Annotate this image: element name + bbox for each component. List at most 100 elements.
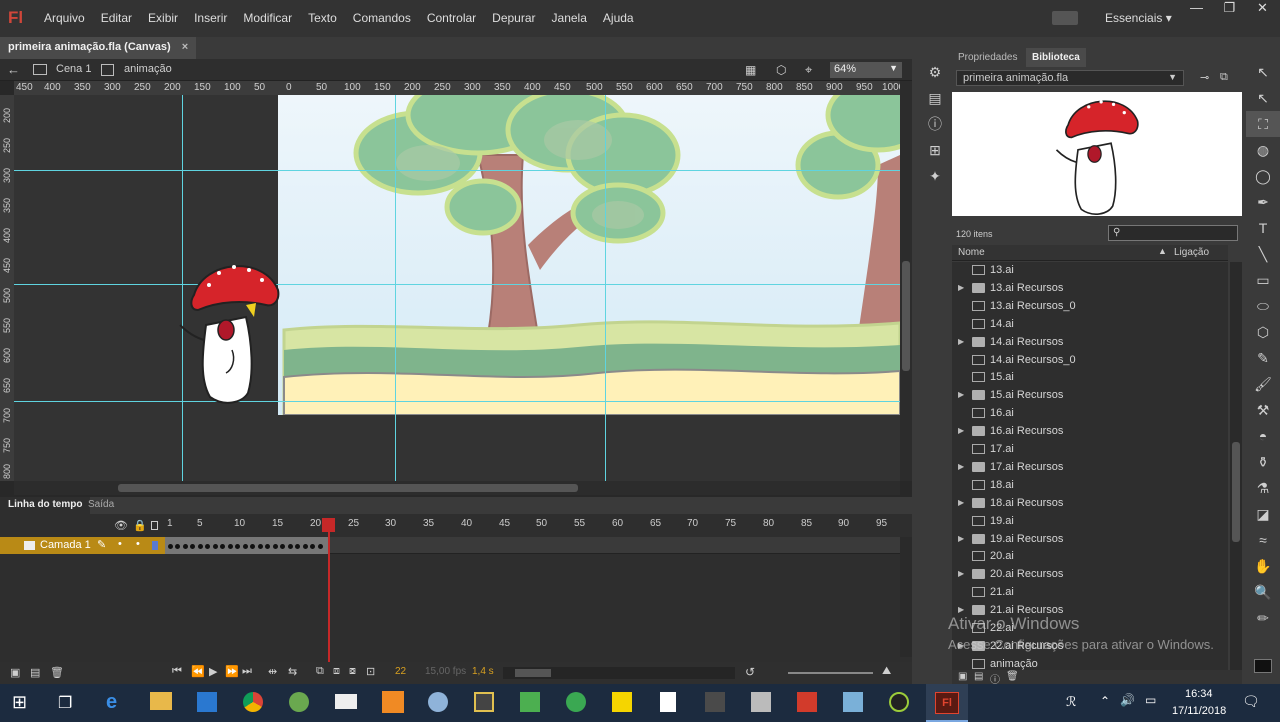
line-tool-icon[interactable]: ╲ [1246, 241, 1280, 267]
delete-icon[interactable]: 🗑 [1006, 671, 1019, 682]
back-arrow-icon[interactable]: ← [7, 62, 20, 77]
guide-horizontal[interactable] [14, 170, 900, 171]
menu-exibir[interactable]: Exibir [140, 11, 186, 25]
volume-icon[interactable]: 🔊 [1120, 693, 1135, 707]
tab-timeline[interactable]: Linha do tempo [0, 497, 91, 514]
scene-label[interactable]: Cena 1 [56, 63, 91, 75]
menu-editar[interactable]: Editar [93, 11, 140, 25]
stroke-color-icon[interactable]: ✏ [1246, 605, 1280, 631]
col-name[interactable]: Nome [958, 247, 985, 258]
clock-date[interactable]: 17/11/2018 [1172, 705, 1226, 717]
loop-icon[interactable]: ⇆ [288, 665, 297, 678]
library-scrollbar[interactable] [1230, 262, 1242, 670]
visibility-dot[interactable]: • [118, 538, 122, 550]
document-icon[interactable] [660, 692, 676, 712]
horizontal-scrollbar[interactable] [14, 481, 900, 495]
chrome-icon[interactable] [243, 692, 263, 712]
library-item[interactable]: 18.ai [952, 477, 1228, 495]
store-icon[interactable] [197, 692, 217, 712]
library-list[interactable]: 13.ai ▶ 13.ai Recursos 13.ai Recursos_0 14.a… [952, 262, 1228, 670]
step-forward-icon[interactable]: ⏩ [225, 665, 239, 678]
free-transform-tool-icon[interactable]: ⛶ [1246, 111, 1280, 137]
tab-library[interactable]: Biblioteca [1026, 48, 1086, 67]
edit-scene-icon[interactable]: ▦ [745, 63, 756, 77]
new-layer-icon[interactable]: ▣ [10, 666, 20, 679]
sync-icon[interactable] [1052, 11, 1078, 25]
stage[interactable] [278, 95, 900, 415]
windows-start-icon[interactable]: ⊞ [12, 692, 27, 713]
expand-arrow-icon[interactable]: ▶ [958, 426, 964, 435]
onion-skin-icon[interactable]: ⧉ [316, 665, 324, 678]
app-globe-icon[interactable] [428, 692, 448, 712]
notifications-icon[interactable]: 🗨 [1242, 693, 1260, 710]
app-usb-icon[interactable] [751, 692, 771, 712]
zoom-select[interactable]: 64% ▼ [830, 62, 902, 78]
expand-arrow-icon[interactable]: ▶ [958, 605, 964, 614]
horizontal-scroll-thumb[interactable] [118, 484, 578, 492]
file-explorer-icon[interactable] [150, 692, 172, 710]
app-green-icon[interactable] [566, 692, 586, 712]
library-item[interactable]: ▶ 15.ai Recursos [952, 387, 1228, 405]
go-last-icon[interactable]: ⏭ [242, 665, 252, 678]
hand-tool-icon[interactable]: ✋ [1246, 553, 1280, 579]
brush-tool-icon[interactable]: 🖌 [1246, 371, 1280, 397]
library-item[interactable]: ▶ 14.ai Recursos [952, 334, 1228, 352]
library-item[interactable]: animação [952, 656, 1228, 670]
paint-bucket-tool-icon[interactable]: ◓ [1246, 423, 1280, 449]
onion-outline-icon[interactable]: ⧈ [333, 665, 340, 678]
app-paint-icon[interactable] [520, 692, 540, 712]
expand-arrow-icon[interactable]: ▶ [958, 390, 964, 399]
lock-dot[interactable]: • [136, 538, 140, 550]
eyedropper-tool-icon[interactable]: ⚗ [1246, 475, 1280, 501]
guide-vertical[interactable] [395, 95, 396, 481]
vertical-scroll-thumb[interactable] [902, 261, 910, 371]
delete-layer-icon[interactable]: 🗑 [50, 666, 64, 679]
tray-up-icon[interactable]: ⌃ [1100, 694, 1110, 708]
3d-rotation-tool-icon[interactable]: ◍ [1246, 137, 1280, 163]
maximize-icon[interactable]: ❐ [1213, 0, 1246, 18]
expand-arrow-icon[interactable]: ▶ [958, 569, 964, 578]
library-search-input[interactable]: ⚲ [1108, 225, 1238, 241]
expand-arrow-icon[interactable]: ▶ [958, 534, 964, 543]
library-item[interactable]: ▶ 20.ai Recursos [952, 566, 1228, 584]
document-tab[interactable]: primeira animação.fla (Canvas) × [0, 37, 197, 59]
sticky-notes-icon[interactable] [612, 692, 632, 712]
animate-taskbar-button[interactable]: Fl [926, 684, 968, 722]
edit-multiple-icon[interactable]: ⧇ [349, 665, 356, 678]
app-orange-icon[interactable] [382, 691, 404, 713]
rectangle-tool-icon[interactable]: ▭ [1246, 267, 1280, 293]
new-symbol-icon[interactable]: ▣ [958, 671, 967, 682]
eye-icon[interactable]: 👁 [114, 519, 128, 532]
menu-texto[interactable]: Texto [300, 11, 345, 25]
playhead-handle[interactable] [322, 518, 335, 532]
text-tool-icon[interactable]: T [1246, 215, 1280, 241]
tab-output[interactable]: Saída [88, 499, 114, 510]
expand-arrow-icon[interactable]: ▶ [958, 283, 964, 292]
elapsed-time[interactable]: 1,4 s [472, 666, 494, 677]
playhead[interactable] [328, 518, 330, 662]
library-item[interactable]: ▶ 19.ai Recursos [952, 531, 1228, 549]
fill-color-swatch[interactable] [1254, 659, 1272, 673]
expand-arrow-icon[interactable]: ▶ [958, 462, 964, 471]
edit-symbols-icon[interactable]: ⬡ [776, 63, 786, 77]
zoom-tool-icon[interactable]: 🔍 [1246, 579, 1280, 605]
android-studio-icon[interactable] [289, 692, 309, 712]
menu-janela[interactable]: Janela [544, 11, 595, 25]
symbol-label[interactable]: animação [124, 63, 172, 75]
components-icon[interactable]: ✦ [918, 163, 952, 189]
menu-controlar[interactable]: Controlar [419, 11, 484, 25]
align-icon[interactable]: ▤ [918, 85, 952, 111]
app-red-icon[interactable] [797, 692, 817, 712]
minimize-icon[interactable]: — [1180, 0, 1213, 18]
library-item[interactable]: 16.ai [952, 405, 1228, 423]
outline-icon[interactable] [151, 521, 158, 530]
subselection-tool-icon[interactable]: ↖ [1246, 85, 1280, 111]
library-item[interactable]: ▶ 17.ai Recursos [952, 459, 1228, 477]
library-item[interactable]: 19.ai [952, 513, 1228, 531]
new-library-icon[interactable]: ⧉ [1220, 71, 1228, 84]
pasteboard[interactable] [14, 95, 900, 481]
library-item[interactable]: 14.ai [952, 316, 1228, 334]
motion-presets-icon[interactable]: ⚙ [918, 59, 952, 85]
library-item[interactable]: 17.ai [952, 441, 1228, 459]
frame-rate[interactable]: 15,00 fps [425, 666, 466, 677]
